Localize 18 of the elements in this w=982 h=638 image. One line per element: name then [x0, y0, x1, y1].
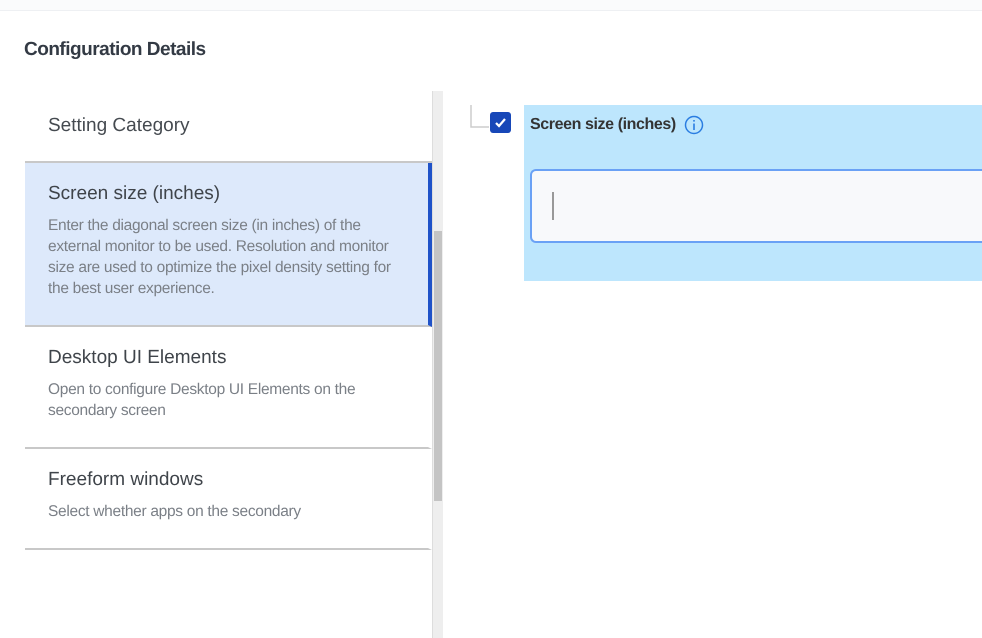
category-description: Select whether apps on the secondary: [48, 502, 302, 522]
text-cursor-icon: [552, 192, 554, 220]
setting-label: Screen size (inches): [530, 116, 676, 134]
input-field[interactable]: [530, 169, 982, 243]
tree-connector-icon: [470, 105, 490, 129]
category-title: Desktop UI Elements: [48, 347, 228, 369]
category-title: Screen size (inches): [48, 183, 222, 205]
category-title: Freeform windows: [48, 469, 204, 491]
category-description: Enter the diagonal screen size (in inches) of the external monitor to be used. Resolution and monitor size are used to optimize the pixel density setting for the best user experience.: [48, 216, 392, 299]
list-header-text: Setting Category: [48, 115, 190, 137]
check-icon: [494, 116, 507, 129]
checkbox[interactable]: [490, 112, 511, 133]
category-item[interactable]: [25, 163, 432, 327]
page-title: Configuration Details: [24, 39, 207, 61]
scrollbar-thumb[interactable]: [434, 231, 442, 501]
category-description: Open to configure Desktop UI Elements on the secondary screen: [48, 380, 356, 421]
info-icon[interactable]: [684, 115, 704, 135]
scrollbar[interactable]: [432, 91, 443, 638]
